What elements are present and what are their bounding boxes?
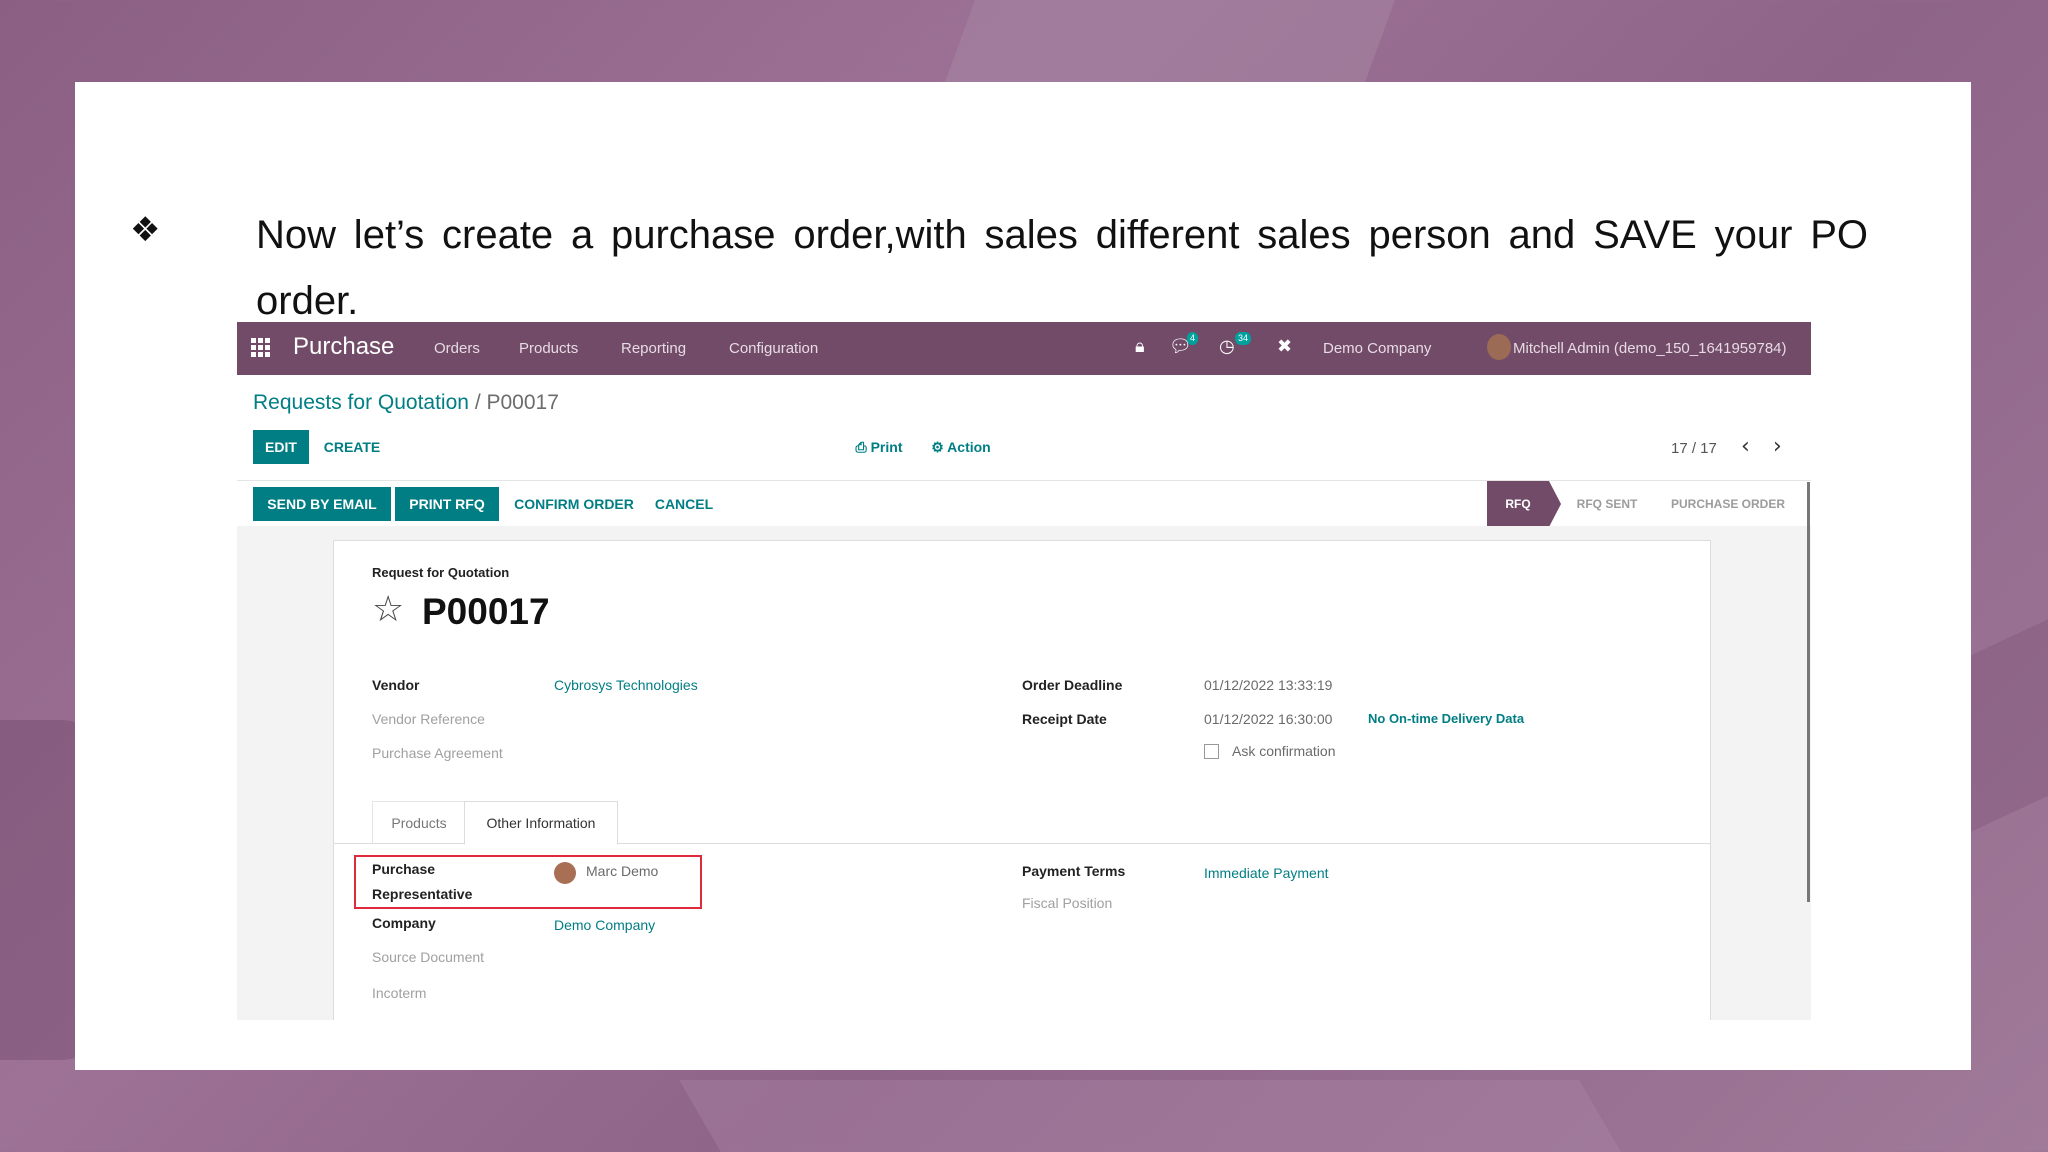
activities-badge: 34	[1235, 332, 1252, 345]
clock-icon[interactable]: ◷	[1219, 336, 1235, 357]
menu-reporting[interactable]: Reporting	[621, 340, 686, 357]
app-name[interactable]: Purchase	[293, 333, 394, 361]
order-deadline-value[interactable]: 01/12/2022 13:33:19	[1204, 677, 1332, 693]
cancel-button[interactable]: CANCEL	[649, 487, 719, 521]
status-bar: SEND BY EMAIL PRINT RFQ CONFIRM ORDER CA…	[237, 480, 1811, 528]
incoterm-field[interactable]: Incoterm	[372, 985, 426, 1001]
pager-next-icon[interactable]: ›	[1773, 434, 1782, 459]
send-by-email-button[interactable]: SEND BY EMAIL	[253, 487, 391, 521]
order-deadline-label: Order Deadline	[1022, 677, 1123, 693]
user-menu[interactable]: Mitchell Admin (demo_150_1641959784)	[1513, 340, 1787, 357]
payment-terms-label: Payment Terms	[1022, 863, 1126, 879]
odoo-screenshot: Purchase Orders Products Reporting Confi…	[237, 322, 1811, 1020]
menu-configuration[interactable]: Configuration	[729, 340, 818, 357]
pager-counter[interactable]: 17 / 17	[1671, 440, 1717, 457]
breadcrumb-rfq-link[interactable]: Requests for Quotation	[253, 391, 469, 414]
tab-products[interactable]: Products	[372, 801, 466, 844]
create-button[interactable]: CREATE	[317, 430, 387, 464]
tab-other-information[interactable]: Other Information	[464, 801, 618, 845]
print-rfq-button[interactable]: PRINT RFQ	[395, 487, 499, 521]
company-switcher[interactable]: Demo Company	[1323, 340, 1431, 357]
purchase-rep-value[interactable]: Marc Demo	[586, 863, 658, 879]
breadcrumb: Requests for Quotation / P00017	[253, 391, 559, 415]
purchase-rep-label-line2: Representative	[372, 886, 473, 902]
form-sheet: Request for Quotation ☆ P00017 Vendor Cy…	[333, 540, 1711, 1020]
vendor-value[interactable]: Cybrosys Technologies	[554, 677, 698, 693]
background-shape	[679, 1080, 1621, 1152]
pager-prev-icon[interactable]: ‹	[1741, 434, 1750, 459]
source-document-field[interactable]: Source Document	[372, 949, 484, 965]
fiscal-position-field[interactable]: Fiscal Position	[1022, 895, 1112, 911]
representative-avatar	[554, 862, 576, 884]
ask-confirmation-checkbox[interactable]	[1204, 744, 1219, 759]
diamond-bullet-icon: ❖	[130, 210, 161, 250]
payment-terms-value[interactable]: Immediate Payment	[1204, 865, 1329, 881]
action-dropdown[interactable]: ⚙ Action	[925, 430, 997, 464]
vendor-reference-field[interactable]: Vendor Reference	[372, 711, 485, 727]
slide-card: ❖ Now let’s create a purchase order,with…	[75, 82, 1971, 1070]
background-shape	[945, 0, 1395, 82]
edit-button[interactable]: EDIT	[253, 430, 309, 464]
stage-rfq-sent[interactable]: RFQ SENT	[1567, 481, 1647, 527]
stage-purchase-order[interactable]: PURCHASE ORDER	[1661, 481, 1795, 527]
messages-badge: 4	[1187, 332, 1199, 345]
breadcrumb-current: P00017	[486, 391, 559, 414]
ask-confirmation-label: Ask confirmation	[1232, 743, 1336, 759]
print-dropdown[interactable]: ⎙ Print	[849, 430, 909, 464]
receipt-date-value[interactable]: 01/12/2022 16:30:00	[1204, 711, 1332, 727]
lock-icon[interactable]: 🔒︎	[1135, 336, 1145, 357]
vendor-label: Vendor	[372, 677, 420, 693]
purchase-agreement-field[interactable]: Purchase Agreement	[372, 745, 503, 761]
menu-products[interactable]: Products	[519, 340, 578, 357]
confirm-order-button[interactable]: CONFIRM ORDER	[509, 487, 639, 521]
receipt-date-label: Receipt Date	[1022, 711, 1107, 727]
form-background: Request for Quotation ☆ P00017 Vendor Cy…	[237, 526, 1811, 1020]
company-label: Company	[372, 915, 436, 931]
breadcrumb-separator: /	[474, 391, 481, 414]
priority-star-icon[interactable]: ☆	[372, 589, 404, 630]
stage-rfq[interactable]: RFQ	[1487, 481, 1549, 527]
user-avatar[interactable]	[1487, 334, 1511, 360]
apps-grid-icon[interactable]	[251, 338, 271, 358]
form-subtitle: Request for Quotation	[372, 565, 510, 580]
scrollbar[interactable]	[1807, 482, 1810, 902]
stage-arrow	[1549, 481, 1561, 527]
company-value[interactable]: Demo Company	[554, 917, 655, 933]
top-navbar: Purchase Orders Products Reporting Confi…	[237, 322, 1811, 375]
po-number: P00017	[422, 591, 550, 632]
on-time-delivery-link[interactable]: No On-time Delivery Data	[1368, 711, 1524, 726]
menu-orders[interactable]: Orders	[434, 340, 480, 357]
instruction-text: Now let’s create a purchase order,with s…	[256, 213, 1868, 323]
debug-tools-icon[interactable]: ✖	[1277, 336, 1292, 357]
purchase-rep-label-line1: Purchase	[372, 861, 436, 877]
notebook-tabs: Products Other Information	[334, 801, 1710, 845]
